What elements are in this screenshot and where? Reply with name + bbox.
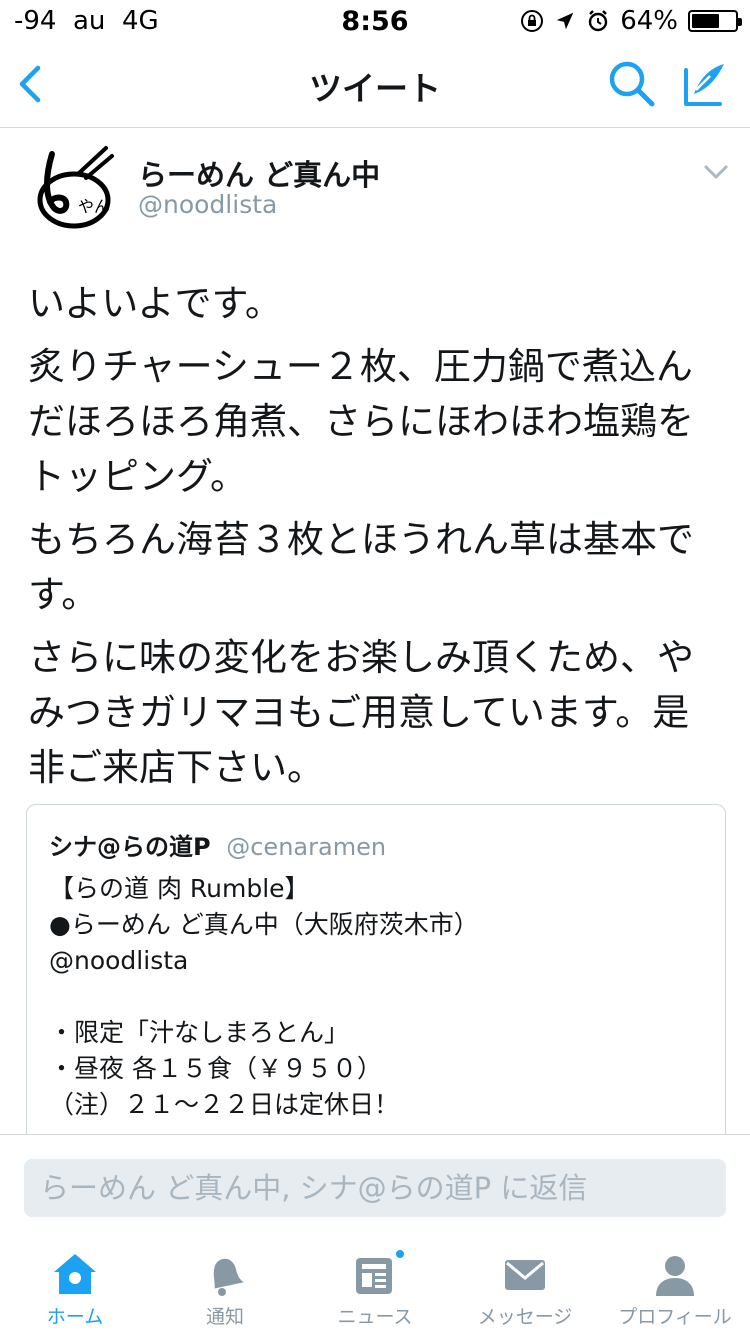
location-arrow-icon [556,12,574,30]
tab-label: 通知 [205,1306,244,1328]
tab-bar: ホーム 通知 ニュース メッセージ プロフィール [0,1236,750,1334]
quoted-author-name: シナ@らの道P [49,833,211,861]
rotation-lock-icon [521,10,544,32]
battery-icon [688,10,742,32]
bell-icon [213,1258,244,1296]
quoted-line: @noodlista [49,946,189,975]
compose-tweet-icon[interactable] [680,60,730,110]
author-avatar[interactable]: やん [28,144,118,234]
tab-label: ニュース [337,1306,413,1328]
tab-label: プロフィール [618,1306,732,1328]
tab-notifications[interactable]: 通知 [150,1236,300,1334]
news-icon [356,1258,392,1294]
quoted-line: 【らの道 肉 Rumble】 [49,874,310,903]
tweet-paragraph: 炙りチャーシュー２枚、圧力鍋で煮込んだほろほろ角煮、さらにほわほわ塩鶏をトッピン… [28,345,694,498]
quoted-line: ・限定「汁なしまろとん」 [49,1018,350,1047]
quoted-line: ・昼夜 各１５食（￥９５０） [49,1054,382,1083]
author-handle[interactable]: @noodlista [138,190,277,219]
tweet-header: やん らーめん ど真ん中 @noodlista [0,140,750,240]
quoted-line: ●らーめん ど真ん中（大阪府茨木市） [49,910,479,939]
search-icon[interactable] [606,58,658,110]
quoted-line [49,979,709,1015]
envelope-icon [505,1260,545,1290]
navigation-bar: ツイート [0,40,750,128]
news-badge-dot [394,1248,406,1260]
home-icon [54,1254,96,1294]
tab-news[interactable]: ニュース [300,1236,450,1334]
tab-label: ホーム [46,1306,104,1328]
alarm-icon [589,10,608,32]
person-icon [656,1256,694,1296]
quoted-tweet-card[interactable]: シナ@らの道P @cenaramen 【らの道 肉 Rumble】 ●らーめん … [26,804,726,1164]
reply-input[interactable]: らーめん ど真ん中, シナ@らの道P に返信 [24,1159,726,1217]
tweet-text: いよいよです。 炙りチャーシュー２枚、圧力鍋で煮込んだほろほろ角煮、さらにほわほ… [28,276,718,803]
quoted-tweet-header: シナ@らの道P @cenaramen [49,827,386,862]
tab-label: メッセージ [477,1306,573,1328]
chevron-down-icon[interactable] [702,162,730,182]
tweet-detail-screen: -94 au 4G 8:56 64% ツイート やん らーめん ど真ん中 @no… [0,0,750,1334]
author-name[interactable]: らーめん ど真ん中 [138,152,380,194]
tab-profile[interactable]: プロフィール [600,1236,750,1334]
tweet-paragraph: もちろん海苔３枚とほうれん草は基本です。 [28,518,694,616]
tweet-paragraph: さらに味の変化をお楽しみ頂くため、やみつきガリマヨもご用意しています。是非ご来店… [28,636,694,789]
svg-text:やん: やん [78,197,110,216]
quoted-tweet-text: 【らの道 肉 Rumble】 ●らーめん ど真ん中（大阪府茨木市） @noodl… [49,871,709,1123]
tweet-paragraph: いよいよです。 [28,282,282,325]
status-bar: -94 au 4G 8:56 64% [0,0,750,40]
quoted-line: （注）２１～２２日は定休日！ [49,1090,400,1119]
battery-fill [692,14,719,28]
tab-messages[interactable]: メッセージ [450,1236,600,1334]
status-right-group: 64% [520,6,742,36]
quoted-author-handle: @cenaramen [226,833,387,861]
tab-home[interactable]: ホーム [0,1236,150,1334]
battery-percent: 64% [620,6,678,36]
reply-bar: らーめん ど真ん中, シナ@らの道P に返信 [0,1134,750,1236]
